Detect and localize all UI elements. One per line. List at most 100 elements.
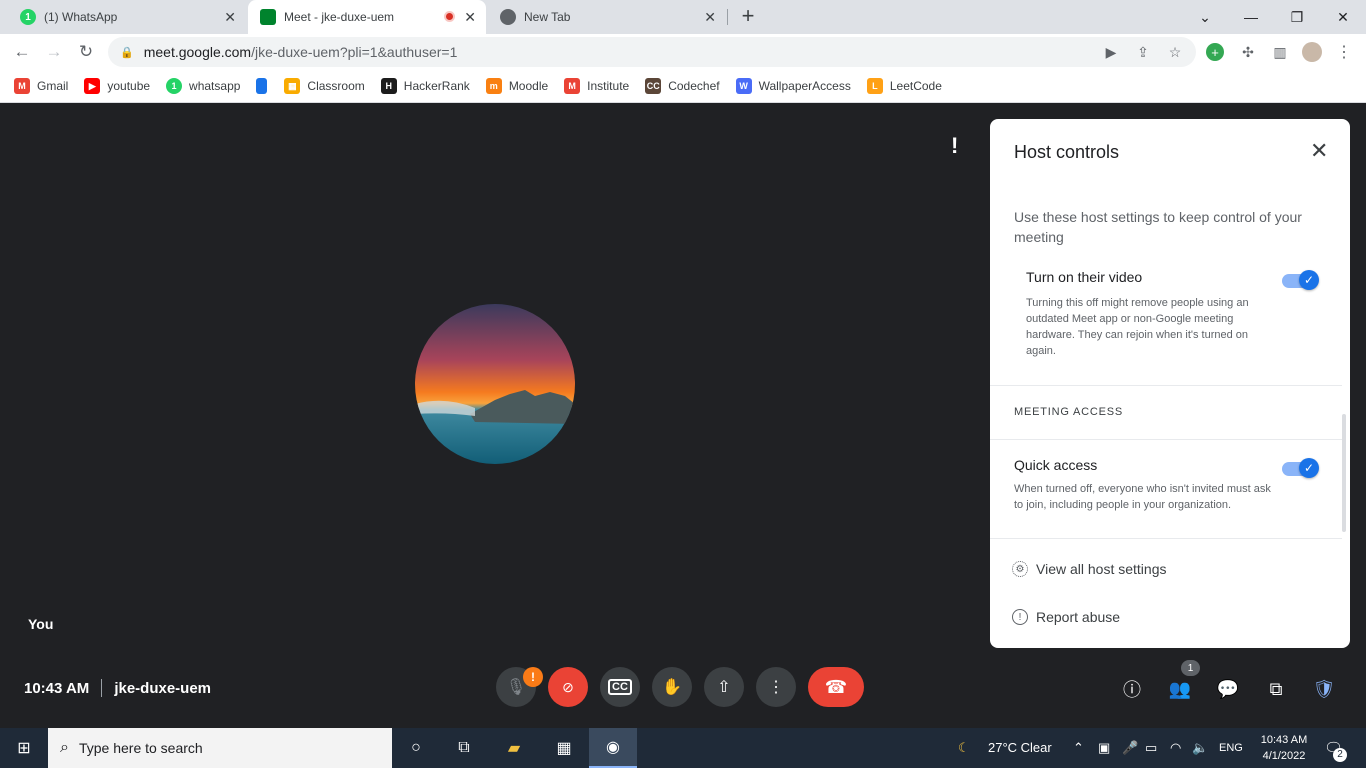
view-all-host-settings-link[interactable]: ⚙ View all host settings bbox=[1012, 561, 1166, 577]
back-arrow-icon[interactable]: ← bbox=[10, 40, 34, 64]
share-icon[interactable]: ⇪ bbox=[1133, 42, 1153, 62]
present-screen-button[interactable]: ⇧ bbox=[704, 667, 744, 707]
bookmark-leetcode[interactable]: L LeetCode bbox=[866, 78, 942, 94]
captions-button[interactable]: CC bbox=[600, 667, 640, 707]
lock-icon: 🔒 bbox=[120, 46, 134, 59]
info-circle-icon: ! bbox=[1012, 609, 1028, 625]
system-clock[interactable]: 10:43 AM 4/1/2022 bbox=[1254, 732, 1314, 764]
bookmark-wallpaperaccess[interactable]: W WallpaperAccess bbox=[735, 78, 851, 94]
bookmark-hackerrank[interactable]: H HackerRank bbox=[380, 78, 470, 94]
bookmark-moodle[interactable]: m Moodle bbox=[485, 78, 548, 94]
bookmark-label: HackerRank bbox=[403, 79, 470, 93]
tab-meet[interactable]: Meet - jke-duxe-uem ✕ bbox=[248, 0, 486, 34]
extensions-puzzle-icon[interactable]: ✣ bbox=[1238, 42, 1258, 62]
panel-description: Use these host settings to keep control … bbox=[1014, 209, 1302, 245]
tab-title: Meet - jke-duxe-uem bbox=[284, 10, 395, 24]
gear-icon: ⚙ bbox=[1012, 561, 1028, 577]
clock-date: 4/1/2022 bbox=[1262, 750, 1306, 762]
profile-avatar[interactable] bbox=[1302, 42, 1322, 62]
task-view-icon[interactable]: ⧉ bbox=[440, 728, 488, 768]
cortana-icon[interactable]: ○ bbox=[392, 728, 440, 768]
meeting-time: 10:43 AM bbox=[24, 679, 90, 697]
tab-title: New Tab bbox=[524, 10, 571, 24]
restore-button[interactable]: ❐ bbox=[1274, 0, 1320, 34]
calculator-icon[interactable]: ▦ bbox=[540, 728, 588, 768]
tab-search-chevron-icon[interactable]: ⌄ bbox=[1182, 0, 1228, 34]
host-controls-panel: Host controls ✕ Use these host settings … bbox=[990, 119, 1350, 648]
file-explorer-icon[interactable]: ▰ bbox=[490, 728, 538, 768]
meeting-info-icon[interactable]: ⓘ bbox=[1120, 677, 1144, 701]
bookmark-youtube[interactable]: ▶ youtube bbox=[84, 78, 150, 94]
extension-plus-icon[interactable]: + bbox=[1206, 43, 1224, 61]
bookmark-label: Classroom bbox=[307, 79, 365, 93]
taskbar-search[interactable]: ⌕ Type here to search bbox=[48, 728, 392, 768]
wifi-icon[interactable]: ◠ bbox=[1170, 740, 1181, 756]
host-controls-shield-icon[interactable]: 🛡 bbox=[1312, 677, 1336, 701]
side-panel-icon[interactable]: ▥ bbox=[1270, 42, 1290, 62]
wallpaperaccess-icon: W bbox=[735, 78, 752, 94]
new-tab-button[interactable]: + bbox=[736, 4, 760, 28]
mic-warning-badge: ! bbox=[523, 667, 543, 687]
browser-menu-icon[interactable]: ⋮ bbox=[1334, 42, 1354, 62]
weather-text[interactable]: 27°C Clear bbox=[988, 740, 1052, 755]
alert-icon[interactable]: ! bbox=[951, 133, 958, 159]
bookmark-star-icon[interactable]: ☆ bbox=[1165, 42, 1185, 62]
people-icon[interactable]: 👥 bbox=[1168, 677, 1192, 701]
whatsapp-icon: 1 bbox=[166, 78, 183, 94]
search-placeholder: Type here to search bbox=[78, 740, 203, 756]
recording-icon bbox=[444, 11, 455, 22]
bookmark-institute[interactable]: M Institute bbox=[564, 78, 629, 94]
reload-icon[interactable]: ↻ bbox=[74, 40, 98, 64]
leave-call-button[interactable]: ☎ bbox=[808, 667, 864, 707]
volume-icon[interactable]: 🔈 bbox=[1192, 740, 1208, 756]
panel-scrollbar[interactable] bbox=[1342, 414, 1346, 532]
windows-taskbar: ⊞ ⌕ Type here to search ○ ⧉ ▰ ▦ ◉ ☾ 27°C… bbox=[0, 728, 1366, 768]
quick-access-toggle[interactable]: ✓ bbox=[1282, 458, 1319, 478]
chrome-icon bbox=[500, 9, 516, 25]
gmail-icon: M bbox=[14, 78, 30, 94]
chat-icon[interactable]: 💬 bbox=[1216, 677, 1240, 701]
tab-whatsapp[interactable]: 1 (1) WhatsApp ✕ bbox=[8, 0, 246, 34]
url-path: /jke-duxe-uem?pli=1&authuser=1 bbox=[251, 44, 458, 60]
show-hidden-icons-icon[interactable]: ⌃ bbox=[1073, 740, 1084, 756]
weather-moon-icon: ☾ bbox=[958, 740, 970, 755]
camera-blocked-icon[interactable]: ▶ bbox=[1101, 42, 1121, 62]
bookmark-gmail[interactable]: M Gmail bbox=[14, 78, 68, 94]
microphone-tray-icon[interactable]: 🎤 bbox=[1122, 740, 1138, 756]
codechef-icon: CC bbox=[645, 78, 662, 94]
close-tab-icon[interactable]: ✕ bbox=[224, 9, 236, 26]
close-tab-icon[interactable]: ✕ bbox=[464, 9, 476, 26]
notification-count: 2 bbox=[1333, 748, 1347, 762]
more-vertical-icon: ⋮ bbox=[768, 679, 784, 696]
camera-off-button[interactable]: ⊘ bbox=[548, 667, 588, 707]
browser-toolbar: ← → ↻ 🔒 meet.google.com/jke-duxe-uem?pli… bbox=[0, 34, 1366, 70]
language-indicator[interactable]: ENG bbox=[1219, 742, 1243, 754]
more-options-button[interactable]: ⋮ bbox=[756, 667, 796, 707]
raise-hand-button[interactable]: ✋ bbox=[652, 667, 692, 707]
bookmark-label: whatsapp bbox=[189, 79, 241, 93]
clock-time: 10:43 AM bbox=[1260, 734, 1308, 746]
tab-new-tab[interactable]: New Tab ✕ bbox=[488, 0, 726, 34]
battery-icon[interactable]: ▭ bbox=[1145, 740, 1157, 756]
activities-icon[interactable]: ⧉ bbox=[1264, 677, 1288, 701]
bookmark-doc[interactable] bbox=[256, 78, 274, 94]
windows-start-icon[interactable]: ⊞ bbox=[0, 728, 48, 768]
forward-arrow-icon[interactable]: → bbox=[42, 40, 66, 64]
close-tab-icon[interactable]: ✕ bbox=[704, 9, 716, 26]
video-off-icon: ⊘ bbox=[562, 678, 574, 695]
address-bar[interactable]: 🔒 meet.google.com/jke-duxe-uem?pli=1&aut… bbox=[108, 37, 1196, 67]
chrome-taskbar-icon[interactable]: ◉ bbox=[589, 728, 637, 768]
meet-tray-icon[interactable]: ▣ bbox=[1098, 740, 1110, 756]
captions-icon: CC bbox=[608, 679, 632, 695]
bookmark-codechef[interactable]: CC Codechef bbox=[645, 78, 720, 94]
close-window-button[interactable]: ✕ bbox=[1320, 0, 1366, 34]
minimize-button[interactable]: — bbox=[1228, 0, 1274, 34]
leetcode-icon: L bbox=[866, 78, 883, 94]
bookmark-whatsapp[interactable]: 1 whatsapp bbox=[166, 78, 240, 94]
bookmark-label: Gmail bbox=[37, 79, 69, 93]
google-meet-icon bbox=[260, 9, 276, 25]
bookmark-classroom[interactable]: ▦ Classroom bbox=[284, 78, 365, 94]
close-icon[interactable]: ✕ bbox=[1310, 138, 1328, 164]
turn-on-video-toggle[interactable]: ✓ bbox=[1282, 270, 1319, 290]
report-abuse-link[interactable]: ! Report abuse bbox=[1012, 609, 1120, 625]
